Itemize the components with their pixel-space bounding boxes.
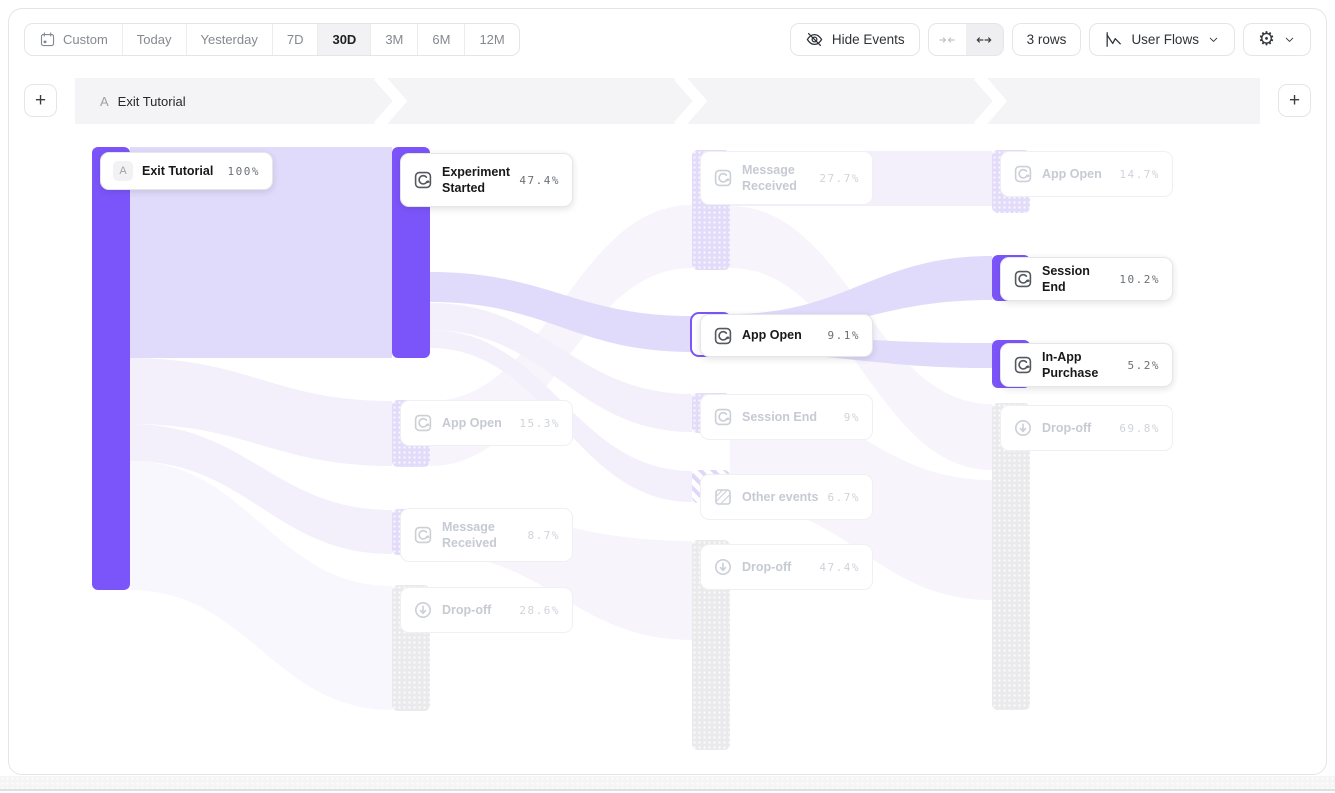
eye-off-icon [805, 30, 824, 49]
event-icon [713, 168, 733, 188]
view-selector-label: User Flows [1131, 32, 1199, 47]
flow-node-message-received-step2[interactable]: Message Received 8.7% [400, 508, 573, 562]
event-a-badge: A [113, 161, 133, 181]
add-step-right-button[interactable]: + [1278, 84, 1311, 117]
date-range-7d[interactable]: 7D [273, 24, 319, 55]
toolbar-right-group: Hide Events 3 rows User Flows [790, 23, 1311, 56]
dropoff-icon [413, 600, 433, 620]
arrows-in-icon [938, 31, 956, 49]
node-percent: 9% [844, 411, 860, 424]
date-range-today[interactable]: Today [123, 24, 187, 55]
node-label: Exit Tutorial [142, 163, 219, 179]
chevron-down-icon [1283, 33, 1296, 46]
flow-node-exit-tutorial[interactable]: A Exit Tutorial 100% [100, 152, 273, 190]
node-label: App Open [742, 327, 819, 343]
flow-bar-exit-tutorial[interactable] [92, 147, 130, 590]
flow-node-app-open-step3[interactable]: App Open 9.1% [700, 314, 873, 357]
flow-node-other-events-step3[interactable]: Other events 6.7% [700, 474, 873, 520]
flow-node-session-end-step4[interactable]: Session End 10.2% [1000, 257, 1173, 301]
calendar-icon [39, 31, 56, 48]
event-icon [413, 413, 433, 433]
date-range-label: Custom [63, 32, 108, 47]
hide-events-button[interactable]: Hide Events [790, 23, 920, 56]
flow-node-app-open-step2[interactable]: App Open 15.3% [400, 400, 573, 446]
flow-node-app-open-step4[interactable]: App Open 14.7% [1000, 151, 1173, 197]
node-label: Session End [1042, 263, 1110, 296]
date-range-6m[interactable]: 6M [418, 24, 465, 55]
node-percent: 9.1% [828, 329, 861, 342]
node-percent: 47.4% [819, 561, 860, 574]
other-events-icon [713, 487, 733, 507]
dropoff-icon [713, 557, 733, 577]
flow-node-dropoff-step2[interactable]: Drop-off 28.6% [400, 587, 573, 633]
node-percent: 15.3% [519, 417, 560, 430]
expand-columns-button[interactable] [966, 24, 1003, 55]
event-icon [1013, 355, 1033, 375]
flow-ribbons [0, 0, 1335, 793]
collapse-columns-button[interactable] [929, 24, 966, 55]
node-percent: 10.2% [1119, 273, 1160, 286]
event-icon [1013, 269, 1033, 289]
date-range-group: Custom Today Yesterday 7D 30D 3M 6M 12M [24, 23, 520, 56]
date-range-yesterday[interactable]: Yesterday [187, 24, 273, 55]
flow-node-in-app-purchase-step4[interactable]: In-App Purchase 5.2% [1000, 343, 1173, 387]
node-percent: 28.6% [519, 604, 560, 617]
user-flows-icon [1104, 30, 1123, 49]
flow-node-dropoff-step4[interactable]: Drop-off 69.8% [1000, 405, 1173, 451]
node-label: App Open [442, 415, 510, 431]
event-icon [413, 170, 433, 190]
node-label: Drop-off [442, 602, 510, 618]
date-range-3m[interactable]: 3M [371, 24, 418, 55]
node-label: Drop-off [1042, 420, 1110, 436]
date-range-12m[interactable]: 12M [465, 24, 518, 55]
view-selector-button[interactable]: User Flows [1089, 23, 1235, 56]
node-label: In-App Purchase [1042, 349, 1119, 382]
flow-node-message-received-step3[interactable]: Message Received 27.7% [700, 151, 873, 205]
top-toolbar: Custom Today Yesterday 7D 30D 3M 6M 12M … [0, 0, 1335, 72]
date-range-30d[interactable]: 30D [318, 24, 371, 55]
rows-button[interactable]: 3 rows [1012, 23, 1082, 56]
node-label: Message Received [742, 162, 810, 195]
node-percent: 100% [228, 165, 261, 178]
node-percent: 6.7% [828, 491, 861, 504]
date-range-custom[interactable]: Custom [25, 24, 123, 55]
flow-node-dropoff-step3[interactable]: Drop-off 47.4% [700, 544, 873, 590]
node-percent: 47.4% [519, 174, 560, 187]
width-toggle-group [928, 23, 1004, 56]
event-icon [413, 525, 433, 545]
dropoff-icon [1013, 418, 1033, 438]
node-label: App Open [1042, 166, 1110, 182]
event-icon [713, 407, 733, 427]
node-percent: 8.7% [528, 529, 561, 542]
hide-events-label: Hide Events [832, 32, 905, 47]
add-step-left-button[interactable]: + [24, 84, 57, 117]
event-icon [713, 326, 733, 346]
node-percent: 5.2% [1128, 359, 1161, 372]
settings-button[interactable]: ⚙ [1243, 23, 1311, 56]
node-label: Experiment Started [442, 164, 510, 197]
node-percent: 14.7% [1119, 168, 1160, 181]
node-percent: 69.8% [1119, 422, 1160, 435]
rows-label: 3 rows [1027, 32, 1067, 47]
flow-node-experiment-started[interactable]: Experiment Started 47.4% [400, 153, 573, 207]
gear-icon: ⚙ [1258, 30, 1275, 49]
event-icon [1013, 164, 1033, 184]
node-label: Message Received [442, 519, 519, 552]
arrows-out-icon [975, 31, 993, 49]
flow-node-session-end-step3[interactable]: Session End 9% [700, 394, 873, 440]
node-label: Session End [742, 409, 835, 425]
node-label: Drop-off [742, 559, 810, 575]
node-label: Other events [742, 489, 819, 505]
node-percent: 27.7% [819, 172, 860, 185]
chevron-down-icon [1207, 33, 1220, 46]
